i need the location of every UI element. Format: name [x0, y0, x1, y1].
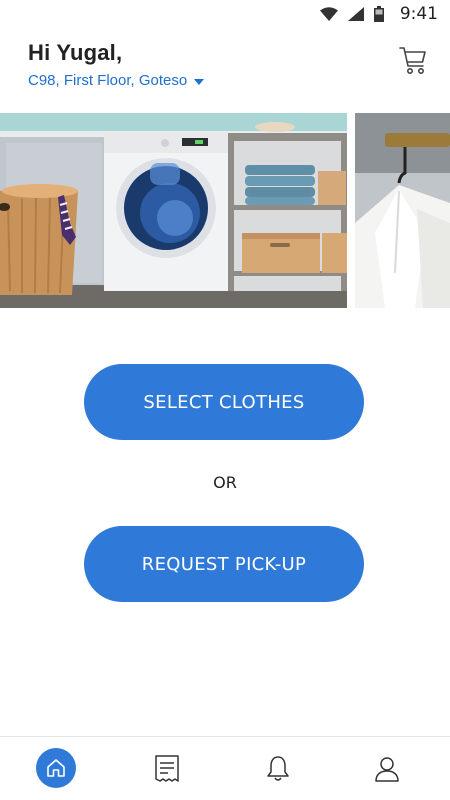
banner-slide-laundry-room[interactable]	[0, 113, 347, 308]
nav-item-profile[interactable]	[331, 737, 443, 800]
address-label: C98, First Floor, Goteso	[28, 72, 188, 89]
cart-icon	[399, 47, 426, 74]
address-selector[interactable]: C98, First Floor, Goteso	[28, 72, 205, 89]
status-time: 9:41	[399, 4, 438, 24]
or-separator: OR	[213, 473, 237, 492]
greeting-title: Hi Yugal,	[28, 40, 123, 65]
receipt-icon	[155, 755, 179, 782]
nav-item-notifications[interactable]	[222, 737, 334, 800]
status-bar: 9:41	[0, 0, 450, 30]
home-active-indicator	[36, 747, 76, 788]
status-icons: 9:41	[319, 4, 438, 24]
signal-icon	[347, 7, 364, 21]
bell-icon	[267, 756, 289, 781]
wifi-icon	[319, 7, 338, 21]
request-pickup-button[interactable]: REQUEST PICK-UP	[84, 526, 364, 602]
user-icon	[375, 757, 399, 782]
cart-button[interactable]	[398, 44, 428, 76]
caret-down-icon	[194, 78, 205, 85]
nav-item-home[interactable]	[0, 737, 112, 800]
promo-banner-carousel[interactable]	[0, 113, 450, 308]
select-clothes-button[interactable]: SELECT CLOTHES	[84, 364, 364, 440]
bottom-navigation	[0, 736, 450, 800]
home-icon	[47, 758, 65, 777]
nav-item-orders[interactable]	[111, 737, 223, 800]
banner-slide-dry-cleaning[interactable]	[355, 113, 450, 308]
battery-icon	[373, 6, 384, 22]
